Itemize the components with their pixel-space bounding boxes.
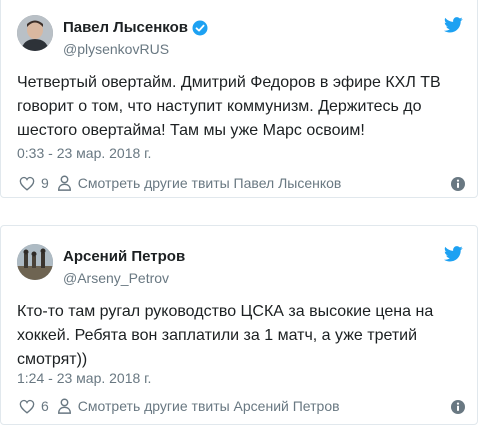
author-handle[interactable]: @Arseny_Petrov <box>63 270 169 286</box>
heart-icon[interactable] <box>19 176 35 191</box>
author-row: Арсений Петров <box>63 248 185 265</box>
info-icon[interactable] <box>451 177 465 191</box>
author-name[interactable]: Павел Лысенков <box>63 19 188 36</box>
tweet-text: Четвертый овертайм. Дмитрий Федоров в эф… <box>17 74 441 139</box>
person-icon <box>57 398 71 414</box>
tweet-card: Арсений Петров @Arseny_Petrov Кто-то там… <box>0 225 478 425</box>
twitter-bird-icon[interactable] <box>444 17 463 33</box>
tweet-actions: 6 Смотреть другие твиты Арсений Петров <box>19 398 340 414</box>
tweet-timestamp[interactable]: 0:33 - 23 мар. 2018 г. <box>17 145 151 161</box>
verified-badge-icon <box>192 20 208 35</box>
author-row: Павел Лысенков <box>63 19 208 36</box>
twitter-bird-icon[interactable] <box>444 246 463 262</box>
like-count[interactable]: 9 <box>41 175 49 191</box>
info-icon[interactable] <box>451 400 465 414</box>
more-tweets-link[interactable]: Смотреть другие твиты Павел Лысенков <box>78 175 342 191</box>
tweet-actions: 9 Смотреть другие твиты Павел Лысенков <box>19 175 341 191</box>
tweet-timestamp[interactable]: 1:24 - 23 мар. 2018 г. <box>17 370 151 386</box>
tweet-card: Павел Лысенков @plysenkovRUS Четвертый о… <box>0 0 478 198</box>
avatar[interactable] <box>17 244 53 280</box>
author-handle[interactable]: @plysenkovRUS <box>63 41 169 57</box>
person-icon <box>57 175 71 191</box>
avatar[interactable] <box>17 15 53 51</box>
more-tweets-link[interactable]: Смотреть другие твиты Арсений Петров <box>78 398 340 414</box>
heart-icon[interactable] <box>19 399 35 414</box>
tweet-text: Кто-то там ругал руководство ЦСКА за выс… <box>17 303 434 368</box>
like-count[interactable]: 6 <box>41 398 49 414</box>
author-name[interactable]: Арсений Петров <box>63 248 185 265</box>
